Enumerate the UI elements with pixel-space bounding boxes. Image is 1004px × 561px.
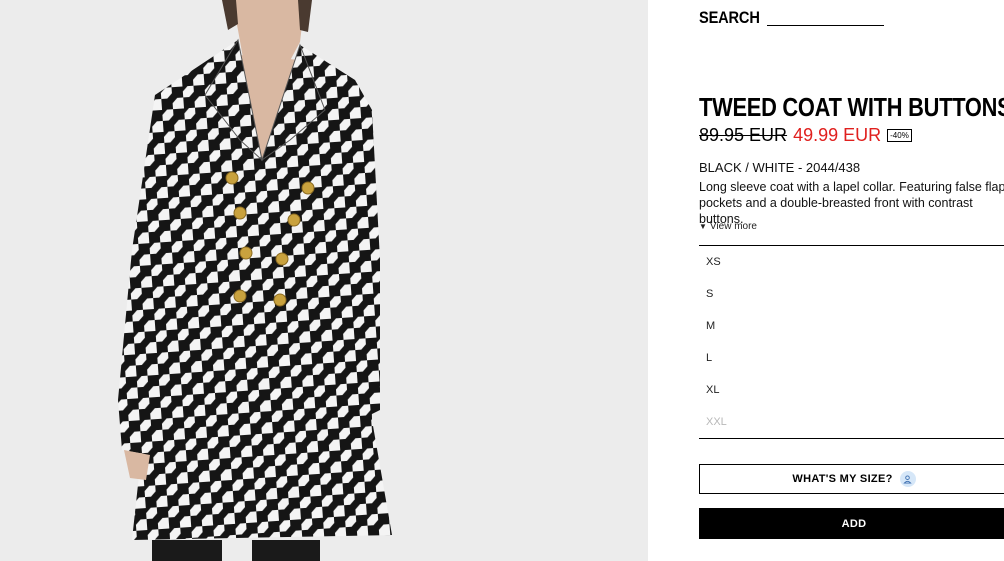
product-title: TWEED COAT WITH BUTTONS [699, 92, 1004, 122]
whats-my-size-label: WHAT'S MY SIZE? [792, 473, 893, 485]
caret-down-icon: ▼ [699, 222, 707, 231]
whats-my-size-button[interactable]: WHAT'S MY SIZE? [699, 464, 1004, 494]
search-bar: SEARCH [699, 8, 884, 28]
add-to-cart-button[interactable]: ADD [699, 508, 1004, 539]
product-photo [118, 0, 392, 561]
sale-price: 49.99 EUR [793, 125, 882, 145]
price-row: 89.95 EUR 49.99 EUR -40% [699, 125, 912, 146]
original-price: 89.95 EUR [699, 125, 788, 145]
size-option-xxl: XXL [706, 416, 727, 428]
product-description: Long sleeve coat with a lapel collar. Fe… [699, 180, 1004, 226]
search-input[interactable] [767, 10, 884, 26]
search-label[interactable]: SEARCH [699, 8, 760, 28]
discount-badge: -40% [887, 129, 912, 142]
product-info-panel: SEARCH TWEED COAT WITH BUTTONS 89.95 EUR… [699, 0, 1004, 561]
size-selector: XS S M L XL XXL [699, 245, 1004, 439]
view-more-link[interactable]: ▼ View more [699, 221, 757, 232]
size-option-l[interactable]: L [699, 342, 1004, 374]
person-icon [899, 471, 916, 487]
product-image[interactable] [0, 0, 648, 561]
size-option-m[interactable]: M [699, 310, 1004, 342]
size-option-s[interactable]: S [699, 278, 1004, 310]
size-option-xs[interactable]: XS [699, 246, 1004, 278]
size-option-xl[interactable]: XL [699, 374, 1004, 406]
view-more-label: View more [709, 221, 757, 232]
color-and-reference: BLACK / WHITE - 2044/438 [699, 160, 861, 175]
